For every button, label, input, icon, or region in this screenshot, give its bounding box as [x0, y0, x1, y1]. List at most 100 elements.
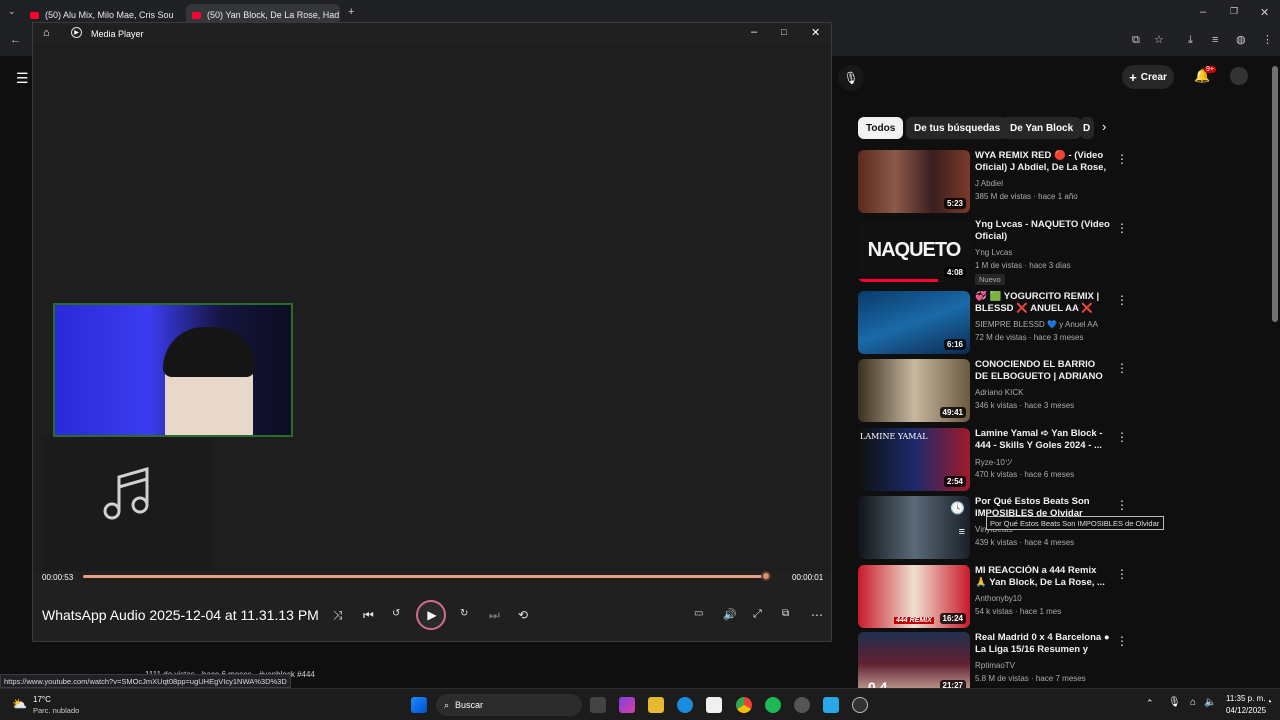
video-thumbnail[interactable]: 0 4 21:27 — [858, 632, 970, 695]
start-windows-icon[interactable] — [411, 697, 427, 713]
store-icon[interactable] — [706, 697, 722, 713]
add-to-queue-icon[interactable]: ≡ — [959, 526, 965, 538]
download-icon[interactable]: ⤓ — [1188, 34, 1193, 47]
task-view-icon[interactable] — [590, 697, 606, 713]
taskbar-search-box[interactable]: ⌕ Buscar — [436, 694, 582, 716]
copilot-icon[interactable] — [619, 697, 635, 713]
play-button[interactable]: ▶ — [416, 600, 446, 630]
media-icon[interactable]: ≡ — [1212, 34, 1218, 46]
video-item[interactable]: NAQUETO 4:08 Yng Lvcas - NAQUETO (Video … — [858, 219, 1278, 285]
close-icon[interactable]: ✕ — [811, 26, 820, 39]
home-icon[interactable]: ⌂ — [43, 27, 50, 39]
video-item[interactable]: 6:16 💞 🟩 YOGURCITO REMIX | BLESSD ❌ ANUE… — [858, 291, 1278, 357]
video-item[interactable]: 5:23 WYA REMIX RED 🔴 - (Video Oficial) J… — [858, 150, 1278, 216]
minimize-icon[interactable]: – — [1200, 6, 1206, 18]
more-actions-icon[interactable]: ⋮ — [1116, 361, 1128, 375]
more-actions-icon[interactable]: ⋮ — [1116, 221, 1128, 235]
more-actions-icon[interactable]: ⋮ — [1116, 498, 1128, 512]
spotify-icon[interactable] — [765, 697, 781, 713]
video-item[interactable]: 49:41 CONOCIENDO EL BARRIO DE ELBOGUETO … — [858, 359, 1278, 425]
show-hidden-icons-icon[interactable]: ⌃ — [1146, 698, 1154, 709]
video-title[interactable]: CONOCIENDO EL BARRIO DE ELBOGUETO | ADRI… — [975, 359, 1110, 383]
network-icon[interactable]: ⌂ — [1190, 697, 1196, 708]
app-icon[interactable] — [823, 697, 839, 713]
new-tab-icon[interactable]: + — [348, 6, 354, 18]
channel-name[interactable]: J Abdiel — [975, 179, 1003, 188]
page-scrollbar[interactable] — [1270, 56, 1280, 688]
create-button[interactable]: + Crear — [1122, 65, 1174, 89]
video-thumbnail[interactable]: NAQUETO 4:08 — [858, 219, 970, 282]
file-explorer-icon[interactable] — [648, 697, 664, 713]
more-actions-icon[interactable]: ⋮ — [1116, 430, 1128, 444]
next-track-icon[interactable]: ⏭ — [489, 608, 500, 623]
video-thumbnail[interactable]: 6:16 — [858, 291, 970, 354]
close-window-icon[interactable]: ✕ — [1260, 6, 1269, 19]
video-title[interactable]: 💞 🟩 YOGURCITO REMIX | BLESSD ❌ ANUEL AA … — [975, 291, 1110, 315]
miniplayer-icon[interactable]: ▭ — [694, 608, 703, 619]
channel-name[interactable]: RptimaoTV — [975, 661, 1015, 670]
previous-track-icon[interactable]: ⏮ — [363, 608, 374, 623]
hamburger-menu-icon[interactable]: ☰ — [16, 70, 29, 87]
chip-todos[interactable]: Todos — [858, 117, 904, 139]
video-title[interactable]: Yng Lvcas - NAQUETO (Video Oficial) — [975, 219, 1110, 243]
more-options-icon[interactable]: ⋯ — [811, 608, 823, 622]
tab-list-icon[interactable]: ⌄ — [8, 6, 16, 17]
microphone-icon[interactable]: 🎙 — [838, 65, 864, 91]
profile-icon[interactable]: ◍ — [1236, 33, 1246, 46]
more-actions-icon[interactable]: ⋮ — [1116, 567, 1128, 581]
video-title[interactable]: Real Madrid 0 x 4 Barcelona ● La Liga 15… — [975, 632, 1110, 656]
account-avatar[interactable] — [1230, 67, 1248, 85]
repeat-icon[interactable]: ⟲ — [518, 608, 528, 622]
chip-de-yan-block[interactable]: De Yan Block — [1002, 117, 1082, 139]
channel-name[interactable]: Ryze-10ツ — [975, 457, 1013, 468]
chip-de-tus-busquedas[interactable]: De tus búsquedas — [906, 117, 1009, 139]
weather-temp[interactable]: 17°C — [33, 695, 51, 704]
clock-date[interactable]: 04/12/2025 — [1226, 706, 1266, 715]
cast-icon[interactable]: ⧉ — [1132, 34, 1140, 47]
skip-back-icon[interactable]: ↺ — [392, 608, 400, 619]
maximize-icon[interactable]: □ — [781, 27, 786, 37]
chip-truncated[interactable]: D — [1080, 117, 1094, 139]
media-player-taskbar-icon[interactable] — [852, 697, 868, 713]
scrollbar-thumb[interactable] — [1272, 66, 1278, 322]
seek-thumb[interactable] — [761, 571, 771, 581]
clock-time[interactable]: 11:35 p. m. — [1226, 694, 1265, 703]
channel-name[interactable]: SIEMPRE BLESSD 💙 y Anuel AA — [975, 320, 1098, 329]
video-thumbnail[interactable]: 49:41 — [858, 359, 970, 422]
video-thumbnail[interactable]: 🕓 ≡ — [858, 496, 970, 559]
minimize-icon[interactable]: – — [751, 26, 757, 38]
shuffle-icon[interactable]: ⤨ — [333, 608, 343, 623]
bookmark-star-icon[interactable]: ☆ — [1154, 33, 1164, 46]
video-title[interactable]: Lamine Yamal ➪ Yan Block - 444 - Skills … — [975, 428, 1110, 452]
weather-desc[interactable]: Parc. nublado — [33, 706, 79, 715]
volume-icon[interactable]: 🔊 — [723, 608, 737, 621]
chips-next-chevron-icon[interactable]: › — [1102, 119, 1106, 134]
video-item[interactable]: LAMINE YAMAL 2:54 Lamine Yamal ➪ Yan Blo… — [858, 428, 1278, 494]
video-thumbnail[interactable]: 5:23 — [858, 150, 970, 213]
video-item[interactable]: 444 REMIX 16:24 MI REACCIÓN a 444 Remix … — [858, 565, 1278, 631]
channel-name[interactable]: Yng Lvcas — [975, 248, 1012, 257]
cast-to-device-icon[interactable]: ⧉ — [782, 608, 789, 619]
video-title[interactable]: MI REACCIÓN a 444 Remix 🙏 Yan Block, De … — [975, 565, 1110, 589]
more-actions-icon[interactable]: ⋮ — [1116, 293, 1128, 307]
watch-later-clock-icon[interactable]: 🕓 — [950, 501, 965, 515]
skip-forward-icon[interactable]: ↻ — [460, 608, 468, 619]
video-title[interactable]: WYA REMIX RED 🔴 - (Video Oficial) J Abdi… — [975, 150, 1110, 174]
microphone-icon[interactable]: 🎙 — [1168, 697, 1181, 708]
more-actions-icon[interactable]: ⋮ — [1116, 152, 1128, 166]
app-icon[interactable] — [794, 697, 810, 713]
chrome-icon[interactable] — [736, 697, 752, 713]
channel-name[interactable]: Anthonyby10 — [975, 594, 1022, 603]
video-thumbnail[interactable]: LAMINE YAMAL 2:54 — [858, 428, 970, 491]
seek-bar[interactable] — [83, 575, 766, 578]
weather-icon[interactable]: ⛅ — [12, 697, 27, 711]
browser-menu-icon[interactable]: ⋮ — [1262, 33, 1273, 46]
fullscreen-icon[interactable]: ⤢ — [753, 608, 762, 621]
more-actions-icon[interactable]: ⋮ — [1116, 634, 1128, 648]
video-thumbnail[interactable]: 444 REMIX 16:24 — [858, 565, 970, 628]
back-icon[interactable]: ← — [10, 34, 21, 46]
channel-name[interactable]: Adriano KICK — [975, 388, 1023, 397]
notification-center-icon[interactable]: ◔ — [1266, 697, 1272, 708]
edge-icon[interactable] — [677, 697, 693, 713]
restore-icon[interactable]: ❐ — [1230, 6, 1238, 17]
